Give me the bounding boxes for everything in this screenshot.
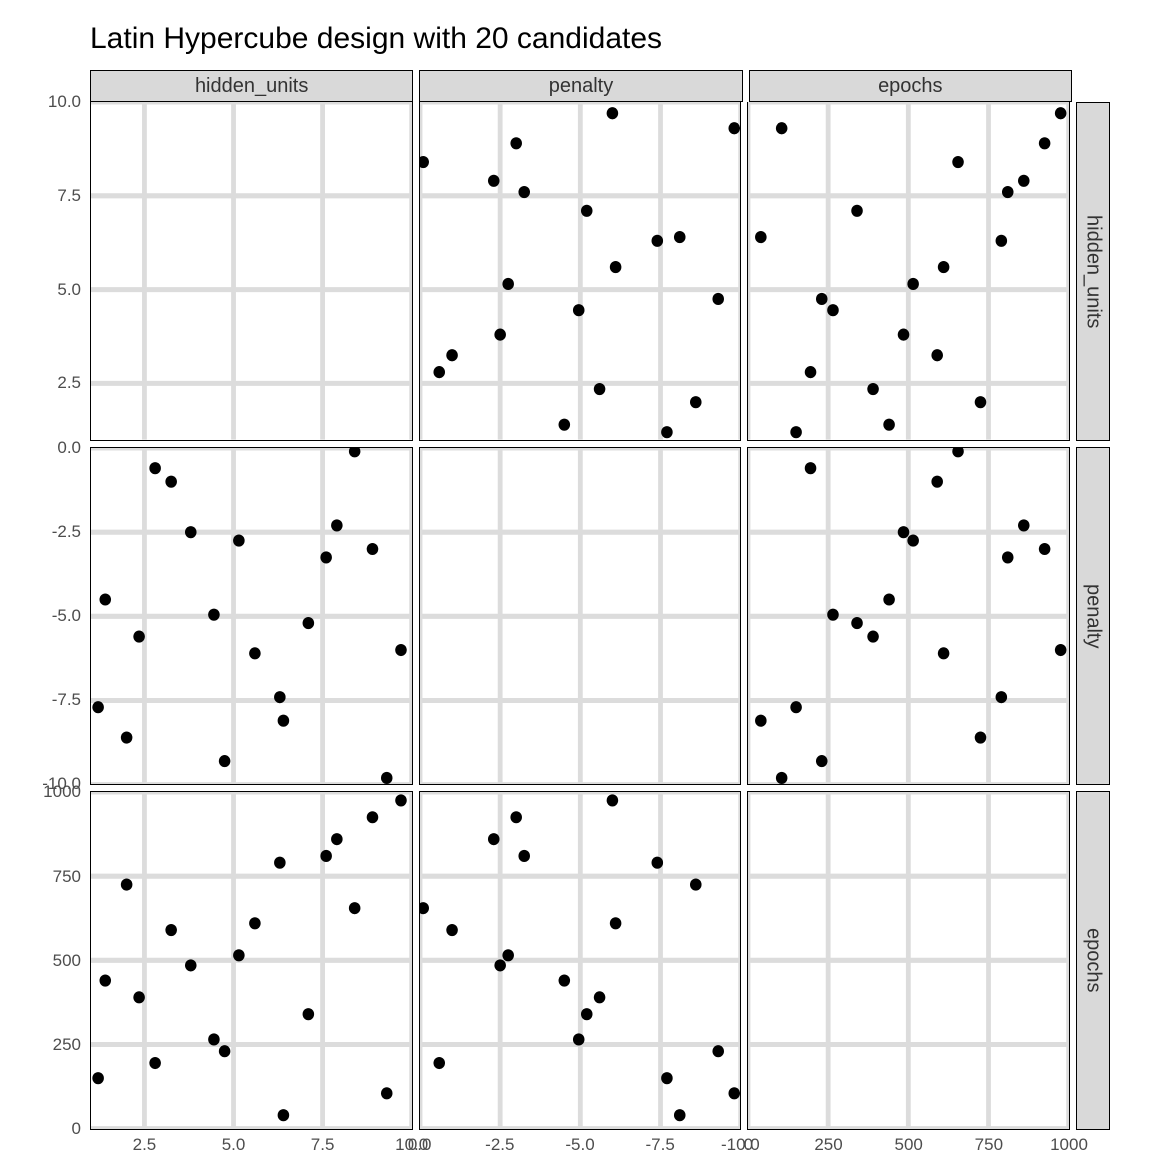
- strip-row-top: hidden_units penalty epochs: [90, 70, 1110, 102]
- x-tick-label: 7.5: [311, 1135, 335, 1155]
- y-tick-label: 7.5: [57, 186, 81, 206]
- facet-grid: hidden_units penalty epochs 2.55.07.510.…: [90, 70, 1110, 1130]
- row-strip-penalty: penalty: [1076, 447, 1110, 786]
- y-tick-label: 500: [53, 951, 81, 971]
- y-tick-label: 1000: [43, 782, 81, 802]
- x-tick-label: -5.0: [565, 1135, 594, 1155]
- y-tick-label: -2.5: [52, 522, 81, 542]
- y-tick-label: 250: [53, 1035, 81, 1055]
- y-tick-label: -7.5: [52, 690, 81, 710]
- row-strip-epochs: epochs: [1076, 791, 1110, 1130]
- x-tick-label: 0: [744, 1135, 753, 1155]
- y-tick-label: 2.5: [57, 373, 81, 393]
- page-title: Latin Hypercube design with 20 candidate…: [90, 22, 662, 56]
- panel-epochs-vs-penalty: -10.0-7.5-5.0-2.50.0: [419, 791, 742, 1130]
- y-tick-label: 5.0: [57, 280, 81, 300]
- x-tick-label: -2.5: [485, 1135, 514, 1155]
- panel-penalty-vs-epochs: [747, 447, 1070, 786]
- y-tick-label: 0.0: [57, 438, 81, 458]
- x-tick-label: 2.5: [133, 1135, 157, 1155]
- panel-hidden_units-vs-hidden_units: 2.55.07.510.0: [90, 102, 413, 441]
- x-tick-label: 250: [814, 1135, 842, 1155]
- panel-hidden_units-vs-epochs: [747, 102, 1070, 441]
- x-tick-label: 0.0: [408, 1135, 432, 1155]
- panel-penalty-vs-penalty: [419, 447, 742, 786]
- row-strip-hidden_units: hidden_units: [1076, 102, 1110, 441]
- panel-penalty-vs-hidden_units: -10.0-7.5-5.0-2.50.0: [90, 447, 413, 786]
- x-tick-label: 5.0: [222, 1135, 246, 1155]
- y-tick-label: -5.0: [52, 606, 81, 626]
- col-strip-epochs: epochs: [749, 70, 1072, 102]
- x-tick-label: 750: [975, 1135, 1003, 1155]
- x-tick-label: -10.0: [721, 1135, 760, 1155]
- panel-epochs-vs-epochs: 02505007501000: [747, 791, 1070, 1130]
- y-tick-label: 0: [72, 1119, 81, 1139]
- x-tick-label: 1000: [1050, 1135, 1088, 1155]
- x-tick-label: 500: [894, 1135, 922, 1155]
- col-strip-hidden-units: hidden_units: [90, 70, 413, 102]
- panel-hidden_units-vs-penalty: [419, 102, 742, 441]
- y-tick-label: 750: [53, 867, 81, 887]
- panel-epochs-vs-hidden_units: 025050075010002.55.07.510.0: [90, 791, 413, 1130]
- col-strip-penalty: penalty: [419, 70, 742, 102]
- y-tick-label: 10.0: [48, 92, 81, 112]
- x-tick-label: -7.5: [646, 1135, 675, 1155]
- chart-container: Latin Hypercube design with 20 candidate…: [0, 0, 1152, 1152]
